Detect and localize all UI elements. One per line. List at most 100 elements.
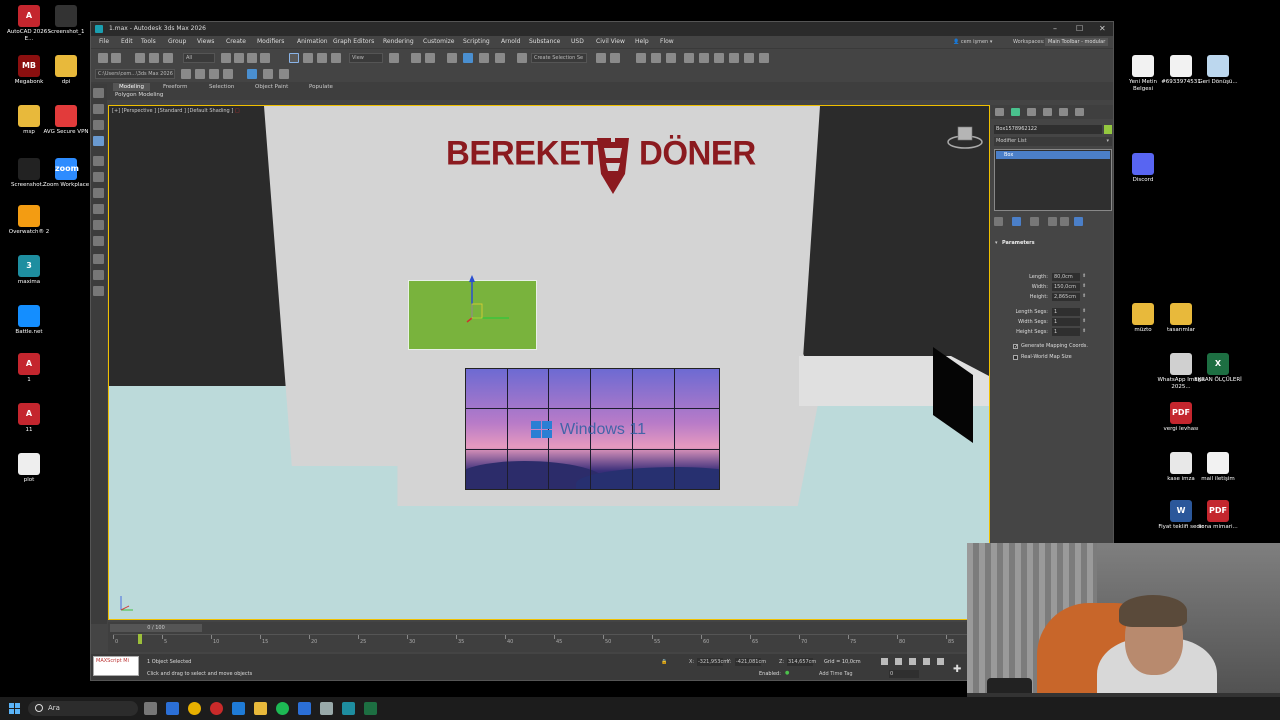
menu-item[interactable]: Edit xyxy=(121,36,133,48)
pin-stack-icon[interactable] xyxy=(994,217,1003,226)
menu-item[interactable]: Help xyxy=(635,36,649,48)
scene-tool-8-icon[interactable] xyxy=(93,270,104,280)
desktop-icon[interactable]: Geri Dönüşü... xyxy=(1194,55,1242,86)
scene-tool-6-icon[interactable] xyxy=(93,236,104,246)
desktop-icon[interactable]: PDF sona mimari... xyxy=(1194,500,1242,531)
snaps-toggle-icon[interactable] xyxy=(447,53,457,63)
spinner-icon[interactable]: ⬍ xyxy=(1082,328,1086,334)
spotify-icon[interactable] xyxy=(276,702,289,715)
layout-tab-1-icon[interactable] xyxy=(93,88,104,98)
desktop-icon[interactable]: 3 maxima xyxy=(5,255,53,286)
desktop-icon[interactable]: plot xyxy=(5,453,53,484)
utilities-tab-icon[interactable] xyxy=(1075,108,1084,116)
menu-item[interactable]: Flow xyxy=(660,36,674,48)
pivot-center-icon[interactable] xyxy=(389,53,399,63)
close-button[interactable]: ✕ xyxy=(1099,22,1106,36)
ribbon-tab[interactable]: Freeform xyxy=(157,83,194,91)
maximize-viewport-icon[interactable]: ✚ xyxy=(953,664,961,675)
move-gizmo-icon[interactable] xyxy=(459,274,519,324)
stack-item-box[interactable]: Box xyxy=(996,151,1110,159)
desktop-icon[interactable]: zoom Zoom Workplace xyxy=(42,158,90,189)
lock-selection-icon[interactable]: 🔒 xyxy=(661,659,667,665)
desktop-icon[interactable]: Discord xyxy=(1119,153,1167,184)
spinner-icon[interactable]: ⬍ xyxy=(1082,283,1086,289)
desktop-icon[interactable]: PDF vergi levhası xyxy=(1157,402,1205,433)
ribbon-tab[interactable]: Modeling xyxy=(113,83,151,91)
go-to-end-icon[interactable] xyxy=(937,658,944,665)
parameter-value-field[interactable]: 1 xyxy=(1052,328,1080,336)
spinner-icon[interactable]: ⬍ xyxy=(1082,273,1086,279)
desktop-icon[interactable]: tasarımlar xyxy=(1157,303,1205,334)
menu-item[interactable]: Modifiers xyxy=(257,36,284,48)
select-and-place-icon[interactable] xyxy=(331,53,341,63)
scene-tool-2-icon[interactable] xyxy=(93,172,104,182)
desktop-icon[interactable]: X EKRAN ÖLÇÜLERİ xyxy=(1194,353,1242,384)
menu-item[interactable]: Views xyxy=(197,36,214,48)
menu-item[interactable]: Create xyxy=(226,36,246,48)
open-file-icon[interactable] xyxy=(181,69,191,79)
scene-tool-7-icon[interactable] xyxy=(93,254,104,264)
minimize-button[interactable]: – xyxy=(1053,22,1057,36)
excel-taskbar-icon[interactable] xyxy=(364,702,377,715)
named-selection-dropdown[interactable]: Create Selection Se xyxy=(531,53,587,63)
play-icon[interactable] xyxy=(909,658,916,665)
show-end-result-icon[interactable] xyxy=(1012,217,1021,226)
chrome-icon[interactable] xyxy=(188,702,201,715)
curve-editor-icon[interactable] xyxy=(684,53,694,63)
viewport-label[interactable]: [+] [Perspective ] [Standard ] [Default … xyxy=(112,108,240,114)
desktop-icon[interactable]: A 11 xyxy=(5,403,53,434)
modifier-sets-icon[interactable] xyxy=(1074,217,1083,226)
menu-item[interactable]: Animation xyxy=(297,36,328,48)
z-coordinate-field[interactable]: 314,657cm xyxy=(787,658,816,666)
menu-item[interactable]: USD xyxy=(571,36,584,48)
3dsmax-taskbar-icon[interactable] xyxy=(342,702,355,715)
brand-sign[interactable]: BEREKET DÖNER xyxy=(446,133,756,173)
steam-icon[interactable] xyxy=(298,702,311,715)
desktop-icon[interactable]: mail iletişim xyxy=(1194,452,1242,483)
menu-item[interactable]: Graph Editors xyxy=(333,36,374,48)
desktop-icon[interactable]: Overwatch® 2 xyxy=(5,205,53,236)
desktop-icon[interactable]: AVG Secure VPN xyxy=(42,105,90,136)
time-slider[interactable]: 0 / 100 xyxy=(110,624,202,632)
spinner-icon[interactable]: ⬍ xyxy=(1082,293,1086,299)
render-setup-icon[interactable] xyxy=(729,53,739,63)
menu-item[interactable]: Customize xyxy=(423,36,455,48)
create-container-icon[interactable] xyxy=(209,69,219,79)
parameter-value-field[interactable]: 1 xyxy=(1052,318,1080,326)
menu-item[interactable]: Substance xyxy=(529,36,560,48)
rendered-frame-window-icon[interactable] xyxy=(744,53,754,63)
scene-tool-9-icon[interactable] xyxy=(93,286,104,296)
angle-snap-icon[interactable] xyxy=(463,53,473,63)
edit-named-selection-icon[interactable] xyxy=(517,53,527,63)
workspace-dropdown[interactable]: Main Toolbar - modular xyxy=(1045,38,1109,46)
select-and-rotate-icon[interactable] xyxy=(303,53,313,63)
x-coordinate-field[interactable]: -321,953cm xyxy=(697,658,728,666)
schematic-view-icon[interactable] xyxy=(699,53,709,63)
scene-tool-4-icon[interactable] xyxy=(93,204,104,214)
generate-mapping-checkbox[interactable]: ✓ Generate Mapping Coords. xyxy=(1013,342,1123,351)
viewport-layout-icon[interactable] xyxy=(279,69,289,79)
menu-item[interactable]: Tools xyxy=(141,36,156,48)
bind-space-warp-icon[interactable] xyxy=(163,53,173,63)
layout-tab-2-icon[interactable] xyxy=(93,104,104,114)
previous-frame-icon[interactable] xyxy=(895,658,902,665)
select-by-name-icon[interactable] xyxy=(234,53,244,63)
task-view-icon[interactable] xyxy=(144,702,157,715)
select-manipulate-icon[interactable] xyxy=(411,53,421,63)
menu-item[interactable]: Scripting xyxy=(463,36,490,48)
maxscript-listener[interactable]: MAXScript Mi xyxy=(93,656,139,676)
edge-icon[interactable] xyxy=(166,702,179,715)
parameter-value-field[interactable]: 150,0cm xyxy=(1052,283,1080,291)
hierarchy-tab-icon[interactable] xyxy=(1027,108,1036,116)
ribbon-tab[interactable]: Populate xyxy=(303,83,339,91)
desktop-icon[interactable]: Screenshot_1 xyxy=(42,5,90,36)
edge-app-icon[interactable] xyxy=(232,702,245,715)
create-tab-icon[interactable] xyxy=(995,108,1004,116)
toggle-ribbon-icon[interactable] xyxy=(666,53,676,63)
configure-sets-icon[interactable] xyxy=(1060,217,1069,226)
reference-coordinate-dropdown[interactable]: View xyxy=(349,53,383,63)
menu-item[interactable]: Arnold xyxy=(501,36,520,48)
opera-icon[interactable] xyxy=(210,702,223,715)
scene-explorer-icon[interactable] xyxy=(636,53,646,63)
make-unique-icon[interactable] xyxy=(1030,217,1039,226)
